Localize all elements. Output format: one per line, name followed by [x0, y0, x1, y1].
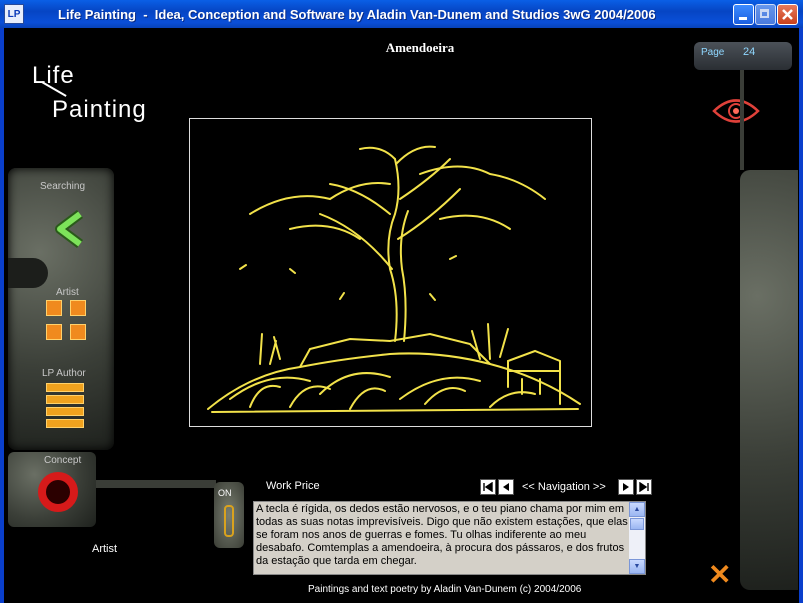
poem-text: A tecla é rígida, os dedos estão nervoso…	[256, 503, 628, 567]
first-page-button[interactable]	[480, 479, 496, 495]
previous-page-icon	[503, 483, 509, 491]
artist-grid-icon[interactable]	[46, 300, 86, 340]
navigation-label: << Navigation >>	[522, 481, 606, 493]
poem-text-area[interactable]: A tecla é rígida, os dedos estão nervoso…	[253, 501, 646, 575]
work-price-label: Work Price	[266, 480, 320, 492]
previous-page-button[interactable]	[498, 479, 514, 495]
switch-on-label: ON	[218, 488, 232, 498]
last-page-icon	[639, 482, 649, 492]
exit-x-icon[interactable]: ✕	[708, 558, 731, 591]
scroll-down-button[interactable]: ▼	[629, 559, 645, 574]
poem-scrollbar[interactable]: ▲ ▼	[629, 502, 645, 574]
concept-label: Concept	[44, 455, 82, 466]
right-decor-panel	[740, 170, 798, 590]
window-frame-left	[0, 28, 4, 603]
maximize-button[interactable]	[755, 4, 776, 25]
painting-title: Amendoeira	[385, 40, 455, 55]
page-number: 24	[743, 46, 756, 58]
logo-painting: Painting	[52, 96, 147, 123]
switch-knob[interactable]	[224, 505, 234, 537]
window-title: Life Painting - Idea, Conception and Sof…	[58, 6, 656, 22]
artist-label: Artist	[56, 287, 79, 298]
right-decor-line	[740, 70, 744, 170]
painting-image	[207, 145, 581, 413]
app-icon: LP	[4, 4, 24, 24]
last-page-button[interactable]	[635, 479, 652, 495]
scroll-thumb[interactable]	[630, 518, 644, 530]
next-page-icon	[622, 483, 629, 491]
next-page-button[interactable]	[617, 479, 634, 495]
minimize-button[interactable]	[733, 4, 754, 25]
scroll-up-button[interactable]: ▲	[629, 502, 645, 517]
back-chevron-icon[interactable]	[52, 210, 90, 248]
page-label: Page	[701, 47, 725, 58]
lp-author-list-icon[interactable]	[46, 383, 84, 431]
footer-credit: Paintings and text poetry by Aladin Van-…	[308, 584, 582, 595]
close-icon	[782, 9, 793, 20]
lp-author-label: LP Author	[42, 368, 86, 379]
logo-life: Life	[32, 62, 75, 89]
window-title-bar[interactable]: LP Life Painting - Idea, Conception and …	[0, 0, 803, 28]
artist-name-label: Artist	[92, 543, 118, 555]
decor-pipe	[96, 480, 216, 488]
eye-icon[interactable]	[712, 96, 760, 126]
navigation-bar: << Navigation >>	[480, 479, 652, 495]
searching-label: Searching	[40, 181, 86, 192]
concept-ring-icon[interactable]	[38, 472, 78, 512]
panel-notch	[8, 258, 48, 288]
window-frame-right	[799, 28, 803, 603]
painting-frame	[189, 118, 592, 427]
first-page-icon	[483, 482, 493, 492]
close-window-button[interactable]	[777, 4, 798, 25]
